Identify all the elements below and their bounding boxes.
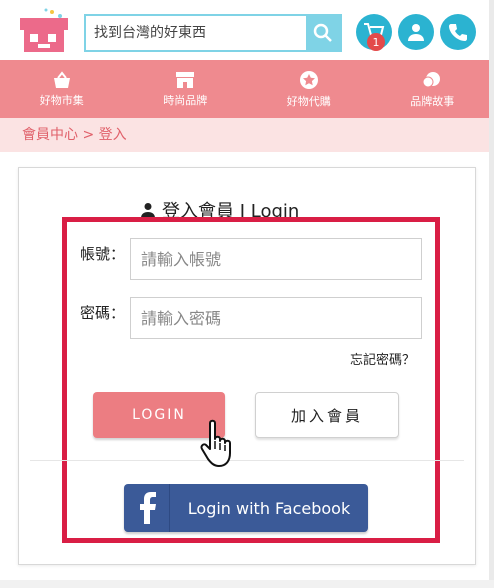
search-input[interactable] bbox=[86, 16, 310, 50]
breadcrumb: 會員中心 > 登入 bbox=[0, 118, 494, 152]
nav-item-market[interactable]: 好物市集 bbox=[0, 60, 124, 118]
nav-label: 好物代購 bbox=[286, 94, 331, 108]
nav-label: 時尚品牌 bbox=[163, 93, 208, 107]
user-icon bbox=[408, 24, 424, 41]
page: 1 好物市集 時尚品牌 好物代購 品牌故事 會員中心 > 登入 登入會員 I bbox=[0, 0, 494, 588]
scrollbar-track[interactable] bbox=[489, 0, 494, 588]
shop-logo[interactable] bbox=[18, 6, 72, 54]
page-bottom-edge bbox=[0, 580, 494, 588]
facebook-icon bbox=[124, 484, 170, 532]
facebook-login-button[interactable]: Login with Facebook bbox=[124, 484, 368, 532]
cart-count-badge: 1 bbox=[367, 33, 385, 51]
phone-button[interactable] bbox=[440, 14, 476, 50]
join-member-button[interactable]: 加入會員 bbox=[255, 392, 399, 438]
nav-label: 好物市集 bbox=[39, 93, 84, 107]
nav-item-purchasing[interactable]: 好物代購 bbox=[247, 60, 371, 118]
nav-item-brands[interactable]: 時尚品牌 bbox=[124, 60, 248, 118]
search-box bbox=[84, 14, 342, 52]
member-button[interactable] bbox=[398, 14, 434, 50]
header: 1 bbox=[0, 0, 494, 60]
forgot-password-link[interactable]: 忘記密碼？ bbox=[350, 349, 415, 368]
nav-label: 品牌故事 bbox=[410, 94, 455, 108]
star-circle-icon bbox=[299, 70, 318, 89]
search-icon bbox=[313, 23, 332, 42]
hand-pointer-icon bbox=[200, 419, 231, 467]
password-label: 密碼： bbox=[80, 304, 126, 322]
cart-button[interactable]: 1 bbox=[356, 14, 392, 51]
phone-icon bbox=[449, 24, 467, 41]
account-input[interactable] bbox=[130, 238, 422, 280]
main-nav: 好物市集 時尚品牌 好物代購 品牌故事 bbox=[0, 60, 494, 118]
user-icon bbox=[141, 203, 155, 218]
password-input[interactable] bbox=[130, 297, 422, 339]
storefront-icon bbox=[176, 71, 195, 88]
search-button[interactable] bbox=[306, 16, 340, 50]
account-label: 帳號： bbox=[80, 245, 126, 263]
chat-bubble-icon bbox=[422, 71, 441, 87]
nav-item-story[interactable]: 品牌故事 bbox=[371, 60, 494, 118]
facebook-button-label: Login with Facebook bbox=[187, 498, 351, 518]
basket-icon bbox=[53, 70, 70, 88]
